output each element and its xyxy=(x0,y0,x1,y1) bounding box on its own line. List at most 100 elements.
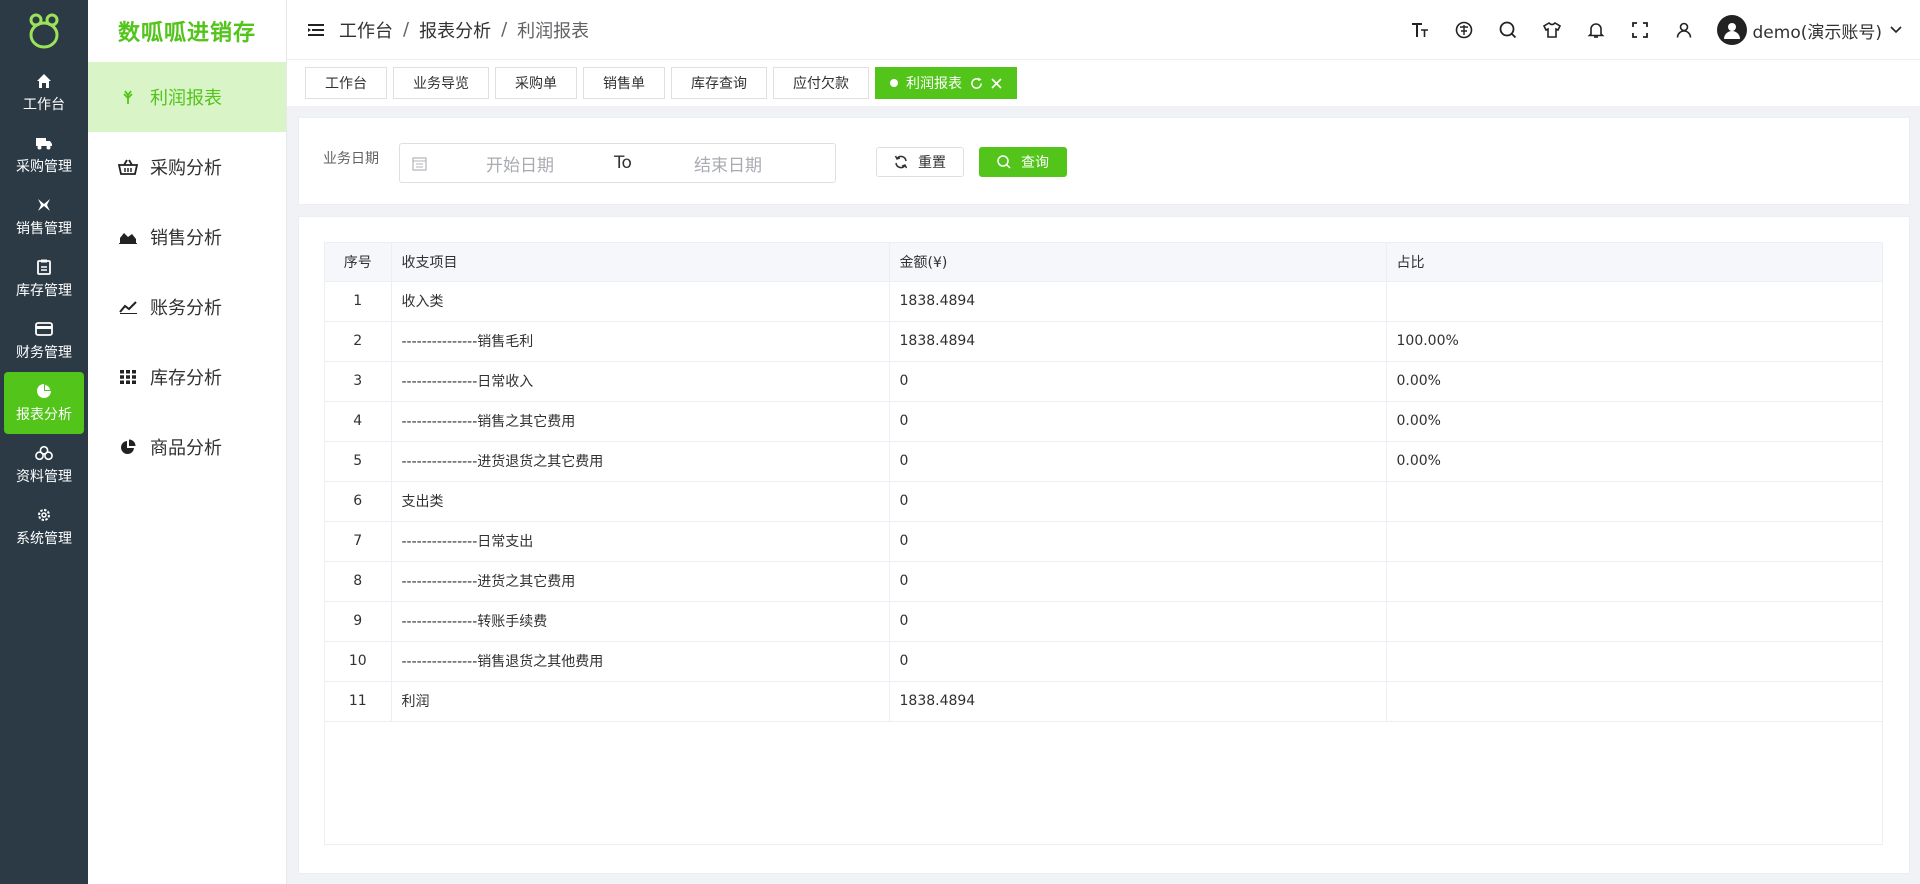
rail-item-system[interactable]: 系统管理 xyxy=(0,496,88,558)
cell-amount: 1838.4894 xyxy=(889,321,1387,362)
rail-item-purchase[interactable]: 采购管理 xyxy=(0,124,88,186)
tab-workbench[interactable]: 工作台 xyxy=(305,67,387,99)
cell-ratio: 0.00% xyxy=(1386,361,1882,402)
column-header[interactable]: 收支项目 xyxy=(391,243,890,282)
tab-purchase-order[interactable]: 采购单 xyxy=(495,67,577,99)
column-header[interactable]: 序号 xyxy=(325,243,392,282)
subnav-item-profit-report[interactable]: 利润报表 xyxy=(88,62,286,132)
subnav-item-purchase-analysis[interactable]: 采购分析 xyxy=(88,132,286,202)
language-icon[interactable] xyxy=(1453,19,1475,41)
search-icon[interactable] xyxy=(1497,19,1519,41)
user-name: demo(演示账号) xyxy=(1752,22,1882,43)
subnav-item-label: 销售分析 xyxy=(150,228,222,249)
grid-icon xyxy=(118,367,138,387)
breadcrumb-item[interactable]: 报表分析 xyxy=(419,17,491,43)
close-icon[interactable] xyxy=(991,77,1002,89)
table-row[interactable]: 5 ---------------进货退货之其它费用 0 0.00% xyxy=(325,441,1882,482)
main-rail: 工作台 采购管理 销售管理 库存管理 财务管理 报表分析 资料管理 系统管理 xyxy=(0,0,88,884)
subnav-item-account-analysis[interactable]: 账务分析 xyxy=(88,272,286,342)
theme-shirt-icon[interactable] xyxy=(1541,19,1563,41)
table-body: 1 收入类 1838.4894 2 ---------------销售毛利 1838.4… xyxy=(325,281,1882,722)
cell-amount: 1838.4894 xyxy=(889,681,1387,722)
table-row[interactable]: 2 ---------------销售毛利 1838.4894 100.00% xyxy=(325,321,1882,362)
refresh-icon xyxy=(894,155,908,169)
profit-table: 序号 收支项目 金额(¥) 占比 1 收入类 1838.4894 2 --------… xyxy=(324,242,1883,845)
cell-ratio: 100.00% xyxy=(1386,321,1882,362)
bell-icon[interactable] xyxy=(1585,19,1607,41)
table-row[interactable]: 7 ---------------日常支出 0 xyxy=(325,521,1882,562)
table-row[interactable]: 9 ---------------转账手续费 0 xyxy=(325,601,1882,642)
clipboard-icon xyxy=(35,258,53,276)
rail-item-label: 采购管理 xyxy=(16,159,72,175)
profit-table-card: 序号 收支项目 金额(¥) 占比 1 收入类 1838.4894 2 --------… xyxy=(298,216,1910,874)
refresh-icon[interactable] xyxy=(970,76,983,90)
subnav-item-label: 采购分析 xyxy=(150,158,222,179)
tab-business-guide[interactable]: 业务导览 xyxy=(393,67,489,99)
rail-item-label: 报表分析 xyxy=(16,407,72,423)
subnav-item-label: 账务分析 xyxy=(150,298,222,319)
area-chart-icon xyxy=(118,227,138,247)
cell-item: ---------------销售之其它费用 xyxy=(391,401,890,442)
query-label: 查询 xyxy=(1021,155,1049,171)
calendar-icon xyxy=(412,155,428,171)
table-row[interactable]: 8 ---------------进货之其它费用 0 xyxy=(325,561,1882,602)
date-range-picker[interactable]: 开始日期 To 结束日期 xyxy=(399,143,836,183)
tab-profit-report[interactable]: 利润报表 xyxy=(875,67,1017,99)
cell-amount: 0 xyxy=(889,641,1387,682)
cell-ratio xyxy=(1386,601,1882,642)
query-button[interactable]: 查询 xyxy=(979,147,1067,177)
breadcrumb: 工作台 / 报表分析 / 利润报表 xyxy=(339,17,589,43)
breadcrumb-separator: / xyxy=(501,19,508,40)
end-date-input[interactable]: 结束日期 xyxy=(694,151,762,176)
table-row[interactable]: 6 支出类 0 xyxy=(325,481,1882,522)
subnav-item-sales-analysis[interactable]: 销售分析 xyxy=(88,202,286,272)
rail-item-label: 资料管理 xyxy=(16,469,72,485)
cell-index: 7 xyxy=(325,521,392,562)
reset-button[interactable]: 重置 xyxy=(876,147,964,177)
rail-item-inventory[interactable]: 库存管理 xyxy=(0,248,88,310)
business-date-label: 业务日期 xyxy=(323,151,379,167)
table-row[interactable]: 3 ---------------日常收入 0 0.00% xyxy=(325,361,1882,402)
tab-sales-order[interactable]: 销售单 xyxy=(583,67,665,99)
tab-inventory-query[interactable]: 库存查询 xyxy=(671,67,767,99)
sales-icon xyxy=(35,196,53,214)
start-date-input[interactable]: 开始日期 xyxy=(486,151,614,176)
rail-item-label: 系统管理 xyxy=(16,531,72,547)
column-header[interactable]: 金额(¥) xyxy=(889,243,1387,282)
cell-ratio: 0.00% xyxy=(1386,441,1882,482)
rail-item-workbench[interactable]: 工作台 xyxy=(0,62,88,124)
rail-item-sales[interactable]: 销售管理 xyxy=(0,186,88,248)
cell-amount: 0 xyxy=(889,561,1387,602)
table-row[interactable]: 4 ---------------销售之其它费用 0 0.00% xyxy=(325,401,1882,442)
cell-item: ---------------日常收入 xyxy=(391,361,890,402)
rail-item-data[interactable]: 资料管理 xyxy=(0,434,88,496)
breadcrumb-item[interactable]: 工作台 xyxy=(339,17,393,43)
table-row[interactable]: 10 ---------------销售退货之其他费用 0 xyxy=(325,641,1882,682)
frog-logo[interactable] xyxy=(0,0,88,62)
line-chart-icon xyxy=(118,297,138,317)
rail-item-reports[interactable]: 报表分析 xyxy=(4,372,84,434)
table-row[interactable]: 1 收入类 1838.4894 xyxy=(325,281,1882,322)
cell-amount: 0 xyxy=(889,361,1387,402)
subnav-item-inventory-analysis[interactable]: 库存分析 xyxy=(88,342,286,412)
truck-icon xyxy=(35,134,53,152)
cell-index: 9 xyxy=(325,601,392,642)
brand-name: 数呱呱进销存 xyxy=(117,21,256,46)
tab-payables[interactable]: 应付欠款 xyxy=(773,67,869,99)
rail-item-finance[interactable]: 财务管理 xyxy=(0,310,88,372)
filter-panel: 业务日期 开始日期 To 结束日期 重置 查询 xyxy=(298,117,1910,205)
column-header[interactable]: 占比 xyxy=(1386,243,1882,282)
user-icon[interactable] xyxy=(1673,19,1695,41)
fullscreen-icon[interactable] xyxy=(1629,19,1651,41)
cell-ratio xyxy=(1386,281,1882,322)
font-size-icon[interactable] xyxy=(1409,19,1431,41)
table-row[interactable]: 11 利润 1838.4894 xyxy=(325,681,1882,722)
cell-ratio xyxy=(1386,641,1882,682)
menu-toggle-icon[interactable] xyxy=(307,21,325,39)
user-menu[interactable]: demo(演示账号) xyxy=(1716,15,1902,45)
rail-item-label: 工作台 xyxy=(23,97,65,113)
cell-index: 3 xyxy=(325,361,392,402)
cell-ratio xyxy=(1386,481,1882,522)
subnav-item-product-analysis[interactable]: 商品分析 xyxy=(88,412,286,482)
cell-amount: 0 xyxy=(889,481,1387,522)
